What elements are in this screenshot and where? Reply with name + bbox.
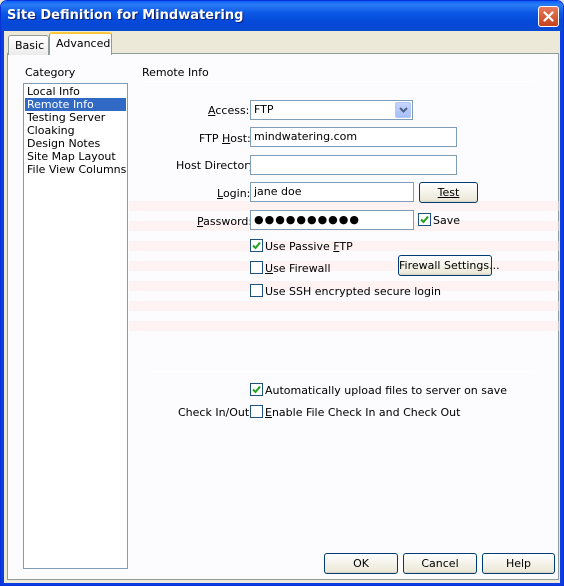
password-label: Password: <box>197 215 253 228</box>
title-bar[interactable]: Site Definition for Mindwatering <box>1 1 563 31</box>
category-item-site-map-layout[interactable]: Site Map Layout <box>25 150 126 163</box>
section-title: Remote Info <box>142 66 209 79</box>
cancel-button-label: Cancel <box>421 557 459 570</box>
access-select[interactable]: FTP <box>250 100 413 120</box>
password-value: ●●●●●●●●●● <box>254 213 360 226</box>
chevron-down-icon[interactable] <box>395 102 411 118</box>
category-item-testing-server[interactable]: Testing Server <box>25 111 126 124</box>
tab-basic-label: Basic <box>15 39 45 52</box>
check-in-out-label: Check In/Out: <box>178 406 253 419</box>
use-ssh-label: Use SSH encrypted secure login <box>265 285 441 298</box>
cancel-button[interactable]: Cancel <box>403 553 477 574</box>
use-passive-ftp-checkbox[interactable] <box>250 239 263 252</box>
ftp-host-input[interactable]: mindwatering.com <box>250 127 457 147</box>
host-directory-label: Host Directory: <box>176 159 259 172</box>
access-label: Access: <box>208 104 250 117</box>
login-value: jane doe <box>254 185 302 198</box>
help-button[interactable]: Help <box>482 553 555 574</box>
close-icon <box>543 11 554 22</box>
tab-basic[interactable]: Basic <box>8 35 49 55</box>
use-firewall-label: Use Firewall <box>265 262 331 275</box>
tab-advanced[interactable]: Advanced <box>49 32 112 55</box>
window-border-right <box>560 31 563 585</box>
window-title: Site Definition for Mindwatering <box>7 8 244 23</box>
category-item-design-notes[interactable]: Design Notes <box>25 137 126 150</box>
ftp-host-value: mindwatering.com <box>254 130 358 143</box>
ok-button-label: OK <box>353 557 369 570</box>
tab-advanced-label: Advanced <box>56 37 111 50</box>
section-divider <box>142 81 535 82</box>
ftp-host-label: FTP Host: <box>199 132 251 145</box>
category-list[interactable]: Local Info Remote Info Testing Server Cl… <box>23 83 128 569</box>
ok-button[interactable]: OK <box>324 553 398 574</box>
check-icon <box>252 385 261 394</box>
use-passive-ftp-label: Use Passive FTP <box>265 240 353 253</box>
access-select-value: FTP <box>254 103 274 116</box>
category-item-remote-info[interactable]: Remote Info <box>25 98 126 111</box>
login-label: Login: <box>217 187 251 200</box>
site-definition-dialog: Site Definition for Mindwatering Basic A… <box>0 0 564 586</box>
save-label: Save <box>433 214 461 227</box>
enable-checkin-checkbox[interactable] <box>250 405 263 418</box>
category-item-cloaking[interactable]: Cloaking <box>25 124 126 137</box>
check-icon <box>252 241 261 250</box>
category-heading: Category <box>25 66 76 79</box>
test-button[interactable]: Test <box>419 182 478 203</box>
category-item-file-view-columns[interactable]: File View Columns <box>25 163 126 176</box>
use-ssh-checkbox[interactable] <box>250 284 263 297</box>
help-button-label: Help <box>505 557 532 570</box>
auto-upload-checkbox[interactable] <box>250 383 263 396</box>
enable-checkin-label: Enable File Check In and Check Out <box>265 406 461 419</box>
check-icon <box>420 215 429 224</box>
host-directory-input[interactable] <box>250 155 457 175</box>
options-divider <box>150 371 535 372</box>
close-button[interactable] <box>538 6 559 27</box>
window-border-left <box>1 31 4 585</box>
firewall-settings-button[interactable]: Firewall Settings... <box>398 255 500 276</box>
login-input[interactable]: jane doe <box>250 182 414 202</box>
use-firewall-checkbox[interactable] <box>250 261 263 274</box>
firewall-settings-label: Firewall Settings... <box>399 259 500 272</box>
category-item-local-info[interactable]: Local Info <box>25 85 126 98</box>
save-checkbox[interactable] <box>418 213 431 226</box>
password-input[interactable]: ●●●●●●●●●● <box>250 210 414 230</box>
auto-upload-label: Automatically upload files to server on … <box>265 384 508 397</box>
test-button-label: Test <box>437 186 460 199</box>
